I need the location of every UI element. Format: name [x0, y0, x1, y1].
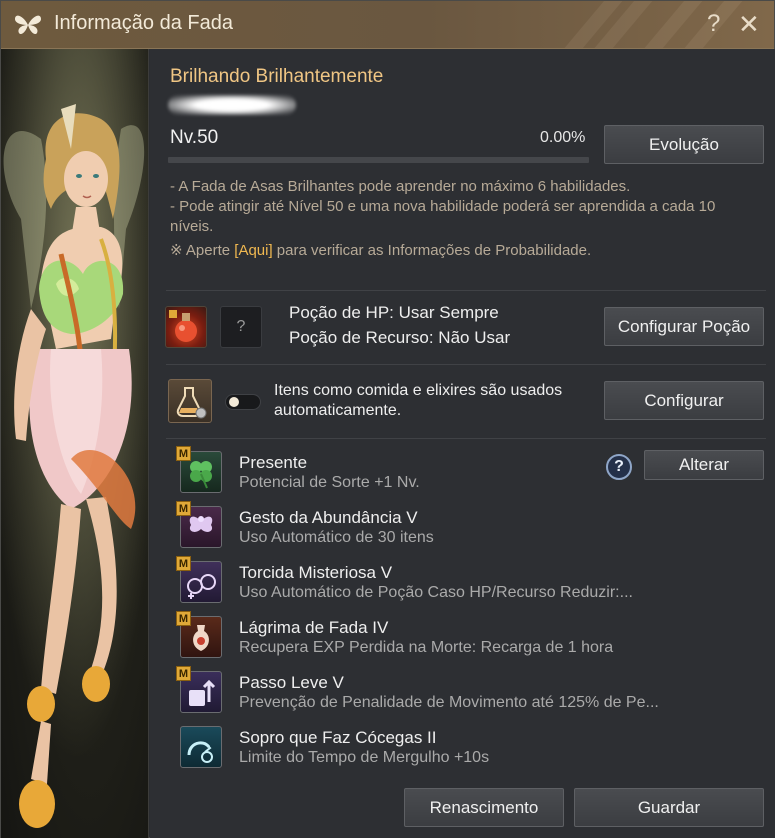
skill-name: Sopro que Faz Cócegas II	[239, 728, 437, 747]
configure-auto-use-button[interactable]: Configurar	[604, 381, 764, 420]
auto-use-slot	[168, 379, 212, 423]
skill-slot[interactable]: M	[176, 446, 222, 493]
skill-slot[interactable]	[180, 726, 222, 768]
skill-name: Gesto da Abundância V	[239, 508, 418, 527]
fairy-detail-panel: Brilhando Brilhantemente Nv.50 0.00% Evo…	[150, 49, 775, 838]
skill-slot[interactable]: M	[176, 556, 222, 603]
skill-slot[interactable]: M	[176, 611, 222, 658]
fairy-level: Nv.50	[170, 127, 219, 148]
skill-slot[interactable]: M	[176, 666, 222, 713]
skill-description: Prevenção de Penalidade de Movimento até…	[239, 694, 659, 711]
skill-description: Recupera EXP Perdida na Morte: Recarga d…	[239, 639, 614, 656]
fairy-description: - A Fada de Asas Brilhantes pode aprende…	[170, 177, 745, 237]
breath-icon	[187, 741, 213, 763]
divider	[166, 438, 766, 439]
hp-potion-slot[interactable]	[165, 306, 207, 348]
fairy-name: Brilhando Brilhantemente	[170, 66, 384, 87]
mastery-badge: M	[176, 611, 191, 626]
skill-slot[interactable]: M	[176, 501, 222, 548]
skill-description: Uso Automático de 30 itens	[239, 529, 434, 546]
title-bar[interactable]: Informação da Fada ? ✕	[1, 1, 774, 49]
skill-name: Lágrima de Fada IV	[239, 618, 389, 637]
fairy-info-window: Informação da Fada ? ✕ Brilhando Brilhan…	[0, 0, 775, 838]
help-button[interactable]: ?	[707, 10, 720, 38]
divider	[166, 290, 766, 291]
skill-description: Limite do Tempo de Mergulho +10s	[239, 749, 490, 766]
flask-gear-icon	[176, 387, 207, 419]
mastery-badge: M	[176, 446, 191, 461]
butterfly-icon	[15, 15, 41, 35]
window-title: Informação da Fada	[54, 12, 233, 34]
divider	[166, 364, 766, 365]
hp-potion-icon	[169, 310, 197, 342]
skill-name: Torcida Misteriosa V	[239, 563, 393, 582]
skill-name: Passo Leve V	[239, 673, 344, 692]
mastery-badge: M	[176, 556, 191, 571]
mastery-badge: M	[176, 501, 191, 516]
auto-use-description: Itens como comida e elixires são usados …	[274, 382, 563, 419]
resource-potion-slot[interactable]: ?	[220, 306, 262, 348]
skill-description: Potencial de Sorte +1 Nv.	[239, 474, 420, 491]
skill-help-icon[interactable]: ?	[606, 454, 632, 480]
probability-link[interactable]: [Aqui]	[234, 242, 272, 259]
mastery-badge: M	[176, 666, 191, 681]
exp-progress-bar	[168, 157, 589, 163]
fairy-portrait	[1, 49, 149, 838]
store-button[interactable]: Guardar	[574, 788, 764, 827]
probability-info: ※ Aperte [Aqui] para verificar as Inform…	[170, 242, 592, 259]
skill-description: Uso Automático de Poção Caso HP/Recurso …	[239, 584, 633, 601]
description-line: - Pode atingir até Nível 50 e uma nova h…	[170, 198, 716, 235]
configure-potion-button[interactable]: Configurar Poção	[604, 307, 764, 346]
evolve-button[interactable]: Evolução	[604, 125, 764, 164]
close-button[interactable]: ✕	[738, 9, 760, 40]
skill-name: Presente	[239, 453, 308, 472]
description-line: - A Fada de Asas Brilhantes pode aprende…	[170, 178, 631, 195]
blurred-owner-name	[168, 95, 296, 115]
rebirth-button[interactable]: Renascimento	[404, 788, 564, 827]
auto-use-toggle[interactable]	[225, 394, 261, 410]
exp-percent: 0.00%	[540, 129, 586, 146]
resource-potion-setting: Poção de Recurso: Não Usar	[289, 328, 511, 347]
hp-potion-setting: Poção de HP: Usar Sempre	[289, 303, 499, 322]
change-skill-button[interactable]: Alterar	[644, 450, 764, 480]
